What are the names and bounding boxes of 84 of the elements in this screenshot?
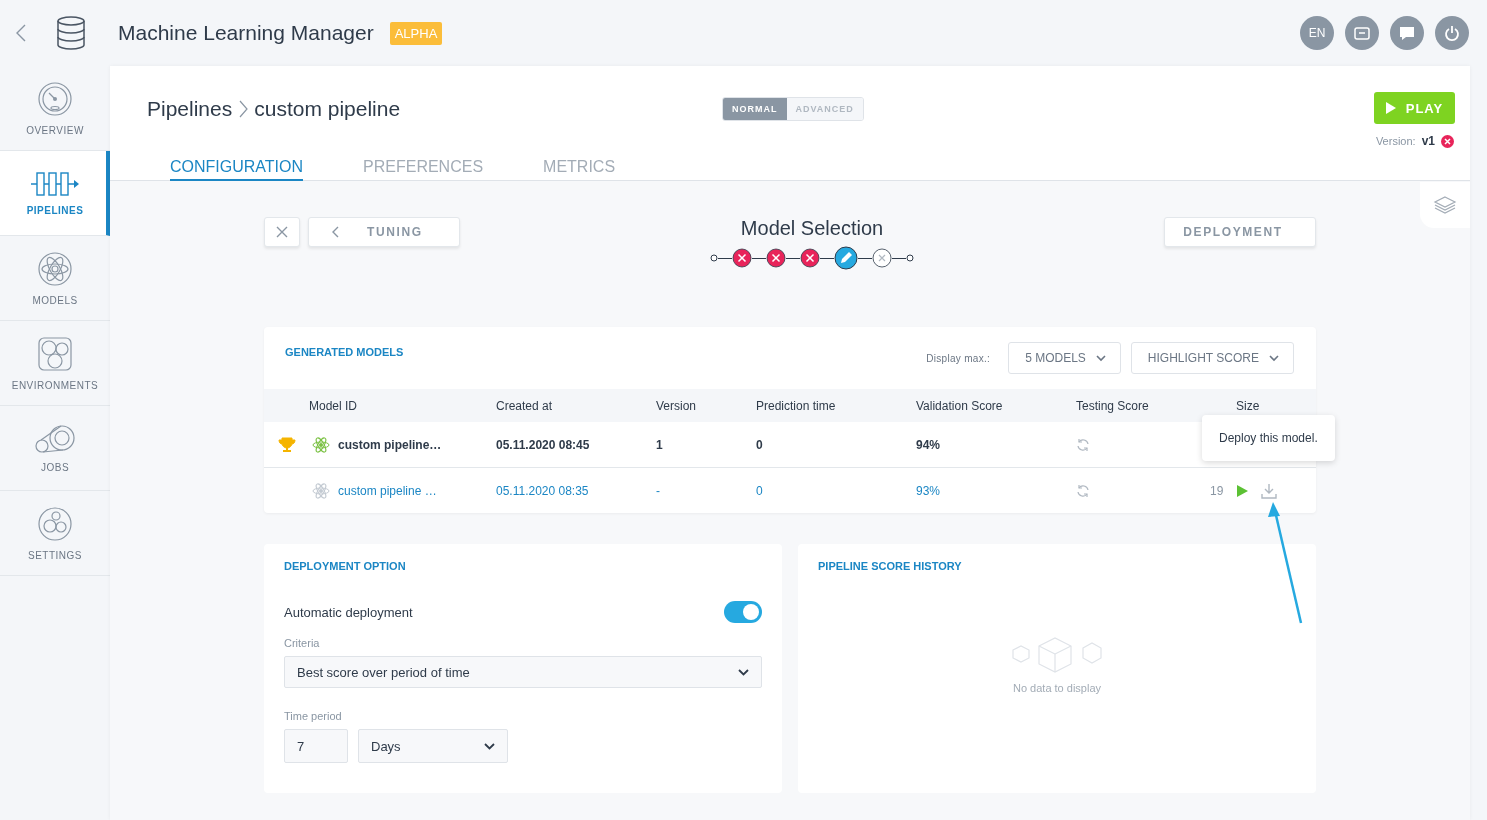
layers-button[interactable] xyxy=(1420,182,1470,228)
step-title: Model Selection xyxy=(740,217,884,240)
error-step-icon[interactable] xyxy=(766,248,786,268)
empty-message: No data to display xyxy=(1012,682,1102,694)
chevron-down-icon xyxy=(738,668,749,676)
unit-dropdown[interactable]: Days xyxy=(358,729,508,763)
screen-icon xyxy=(1353,24,1371,42)
gears-icon xyxy=(37,505,73,542)
cells-icon xyxy=(37,335,73,372)
back-button[interactable]: TUNING xyxy=(308,217,460,247)
close-button[interactable] xyxy=(264,217,300,247)
table-cell-text: - xyxy=(656,483,661,498)
chevron-down-icon xyxy=(484,742,495,750)
table-cell-text: 1 xyxy=(656,437,664,452)
remove-icon[interactable] xyxy=(1441,134,1454,148)
refresh-icon xyxy=(1076,437,1090,452)
table-cell: custom pipeline … xyxy=(338,483,437,498)
tab[interactable]: CONFIGURATION xyxy=(170,158,304,181)
close-icon xyxy=(276,226,288,238)
breadcrumb-link[interactable]: Pipelines xyxy=(147,97,233,121)
download-icon[interactable] xyxy=(1261,482,1278,499)
back-icon[interactable] xyxy=(14,23,28,43)
atom-icon xyxy=(312,481,330,500)
chevron-left-icon xyxy=(331,226,339,238)
display-max-label: Display max.: xyxy=(926,352,991,364)
column-header: Size xyxy=(1236,398,1261,413)
tab[interactable]: PREFERENCES xyxy=(363,158,484,181)
next-button[interactable]: DEPLOYMENT xyxy=(1164,217,1316,247)
column-header: Prediction time xyxy=(756,398,837,413)
tab[interactable]: METRICS xyxy=(543,158,616,181)
gauge-icon xyxy=(37,80,73,117)
section-title: PIPELINE SCORE HISTORY xyxy=(818,560,963,572)
column-header: Created at xyxy=(496,398,554,413)
field-label: Criteria xyxy=(284,637,321,649)
column-header: Validation Score xyxy=(916,398,1004,413)
section-title: DEPLOYMENT OPTION xyxy=(284,560,407,572)
table-cell: custom pipeline… xyxy=(338,437,442,452)
highlight-score-dropdown[interactable]: HIGHLIGHT SCORE xyxy=(1130,342,1294,374)
table-cell-text: 0 xyxy=(756,483,764,498)
toggle-switch[interactable] xyxy=(724,601,762,623)
refresh-icon xyxy=(1076,483,1090,498)
language-button[interactable]: EN xyxy=(1300,16,1334,50)
play-icon xyxy=(1385,102,1396,114)
column-header: Model ID xyxy=(309,398,359,413)
power-icon xyxy=(1443,24,1461,42)
play-icon[interactable] xyxy=(1235,483,1250,498)
power-button[interactable] xyxy=(1435,16,1469,50)
cubes-icon xyxy=(1009,636,1105,674)
layers-icon xyxy=(1433,195,1457,215)
sidebar-item[interactable]: PIPELINES xyxy=(0,151,110,236)
pipeline-icon xyxy=(30,170,80,197)
screen-button[interactable] xyxy=(1345,16,1379,50)
alpha-badge: ALPHA xyxy=(389,21,443,45)
column-header: Testing Score xyxy=(1076,398,1150,413)
pencil-step-icon[interactable] xyxy=(834,246,858,270)
version-label: Version: xyxy=(1375,135,1416,147)
atom-icon xyxy=(312,435,330,454)
table-cell-text: 05.11.2020 08:45 xyxy=(496,437,591,452)
app-title: Machine Learning Manager xyxy=(118,21,374,45)
section-title: GENERATED MODELS xyxy=(285,346,405,358)
error-step-icon[interactable] xyxy=(732,248,752,268)
chevron-down-icon xyxy=(1269,354,1279,362)
chain-drive-icon xyxy=(34,423,76,454)
toggle-label: Automatic deployment xyxy=(284,604,413,620)
table-cell-text: 05.11.2020 08:35 xyxy=(496,483,590,498)
chevron-right-icon xyxy=(238,100,249,118)
field-label: Time period xyxy=(284,710,343,722)
database-icon xyxy=(56,16,86,50)
pending-step-icon[interactable] xyxy=(872,248,892,268)
atom-icon xyxy=(37,250,73,287)
table-cell-text: 94% xyxy=(916,437,942,452)
display-max-dropdown[interactable]: 5 MODELS xyxy=(1008,342,1121,374)
criteria-dropdown[interactable]: Best score over period of time xyxy=(284,656,762,688)
error-step-icon[interactable] xyxy=(800,248,820,268)
tooltip: Deploy this model. xyxy=(1202,415,1335,461)
input-field[interactable]: 7 xyxy=(284,729,348,763)
table-cell: 19 xyxy=(1210,483,1224,498)
mode-option[interactable]: NORMAL xyxy=(723,98,787,120)
page-title: custom pipeline xyxy=(254,97,401,121)
table-cell-text: 93% xyxy=(916,483,942,498)
table-cell-text: 0 xyxy=(756,437,764,452)
chevron-down-icon xyxy=(1095,354,1106,362)
column-header: Version xyxy=(656,398,698,413)
version-value: v1 xyxy=(1421,134,1435,148)
